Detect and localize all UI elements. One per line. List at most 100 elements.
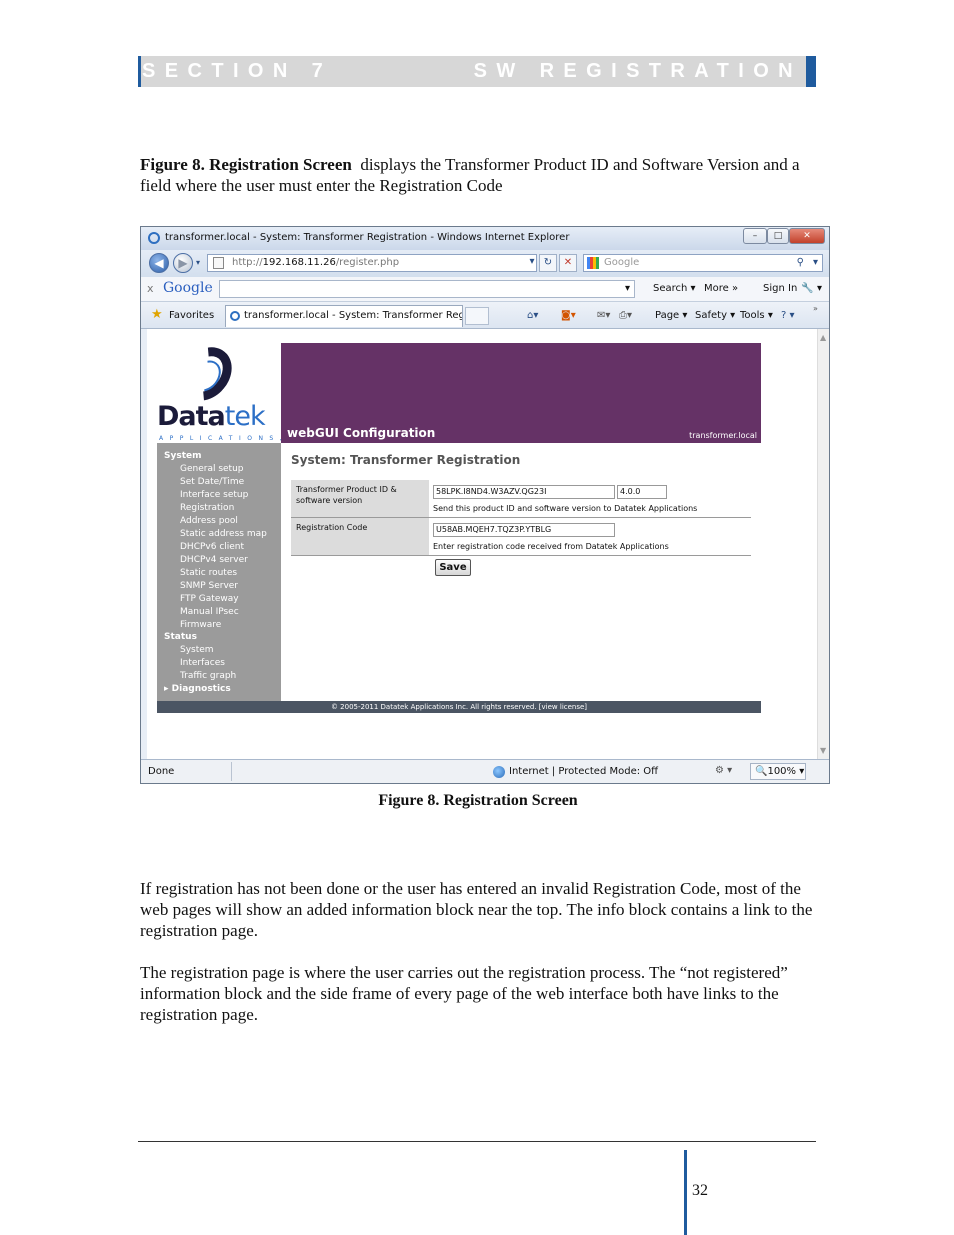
product-id-label: Transformer Product ID & software versio… — [291, 480, 429, 517]
sidebar-item-address-pool[interactable]: Address pool — [180, 516, 238, 526]
sidebar-item-interface-setup[interactable]: Interface setup — [180, 490, 248, 500]
page-viewport: Datatek APPLICATIONS, INC webGUI Configu… — [147, 329, 817, 759]
tab-ie-icon — [230, 311, 240, 321]
sidebar-item-interfaces[interactable]: Interfaces — [180, 658, 225, 668]
wrench-icon[interactable]: 🔧 — [801, 283, 813, 294]
sidebar-item-dhcpv6-client[interactable]: DHCPv6 client — [180, 542, 244, 552]
zoom-control[interactable]: 🔍100% ▾ — [750, 763, 806, 780]
maximize-button[interactable]: □ — [767, 228, 789, 244]
feeds-icon[interactable]: ◙▾ — [561, 310, 576, 321]
search-placeholder: Google — [604, 257, 640, 268]
footer-rule — [138, 1141, 816, 1142]
page-footer: © 2005-2011 Datatek Applications Inc. Al… — [157, 701, 761, 713]
registration-code-row: Registration Code U58AB.MQEH7.TQZ3P.YTBL… — [291, 518, 751, 556]
banner-hostname: transformer.local — [689, 431, 757, 440]
toolbar-close-icon[interactable]: x — [147, 282, 154, 295]
google-search-button[interactable]: Search ▾ — [653, 283, 696, 294]
google-field-dropdown-icon[interactable]: ▾ — [625, 283, 630, 294]
sidebar-head-system[interactable]: System — [164, 451, 202, 461]
safety-menu[interactable]: Safety ▾ — [695, 310, 735, 321]
page-title: System: Transformer Registration — [291, 453, 521, 467]
save-button[interactable]: Save — [435, 559, 471, 576]
tab-title: transformer.local - System: Transformer … — [244, 310, 463, 321]
sidebar-head-diagnostics[interactable]: ▸ Diagnostics — [164, 684, 231, 694]
sidebar-item-set-date-time[interactable]: Set Date/Time — [180, 477, 244, 487]
print-icon[interactable]: ⎙▾ — [619, 310, 632, 321]
google-tools-dropdown[interactable]: ▾ — [817, 283, 822, 294]
sidebar-item-firmware[interactable]: Firmware — [180, 620, 221, 630]
sidebar-item-static-routes[interactable]: Static routes — [180, 568, 237, 578]
security-zone[interactable]: Internet | Protected Mode: Off — [493, 766, 659, 778]
product-id-field[interactable]: 58LPK.I8ND4.W3AZV.QG23I — [433, 485, 615, 499]
sidebar-item-traffic-graph[interactable]: Traffic graph — [180, 671, 236, 681]
product-id-note: Send this product ID and software versio… — [433, 504, 698, 513]
mail-icon[interactable]: ✉▾ — [597, 310, 610, 321]
new-tab-button[interactable] — [465, 307, 489, 325]
sidebar-item-general-setup[interactable]: General setup — [180, 464, 244, 474]
page-number-accent — [684, 1150, 687, 1235]
product-id-row: Transformer Product ID & software versio… — [291, 480, 751, 518]
sidebar-item-dhcpv4-server[interactable]: DHCPv4 server — [180, 555, 248, 565]
figure-caption: Figure 8. Registration Screen — [378, 792, 578, 809]
datatek-logo: Datatek APPLICATIONS, INC — [157, 337, 320, 445]
search-icon[interactable]: ⚲ — [797, 255, 804, 271]
minimize-button[interactable]: – — [743, 228, 767, 244]
sidebar-item-snmp-server[interactable]: SNMP Server — [180, 581, 238, 591]
sidebar-item-registration[interactable]: Registration — [180, 503, 234, 513]
close-button[interactable]: ✕ — [789, 228, 825, 244]
registration-code-field[interactable]: U58AB.MQEH7.TQZ3P.YTBLG — [433, 523, 615, 537]
section-header: SECTION 7 SW REGISTRATION — [138, 56, 816, 87]
home-icon[interactable]: ⌂▾ — [527, 310, 538, 321]
refresh-icon[interactable]: ↻ — [539, 254, 557, 272]
scroll-up-icon[interactable]: ▲ — [820, 333, 826, 342]
forward-button[interactable]: ▶ — [173, 253, 193, 273]
google-more-button[interactable]: More » — [704, 283, 738, 294]
search-box[interactable]: Google ⚲ ▾ — [583, 254, 823, 272]
address-path: /register.php — [335, 257, 400, 268]
sidebar-head-status[interactable]: Status — [164, 632, 197, 642]
intro-paragraph: Figure 8. Registration Screen displays t… — [140, 154, 816, 196]
scroll-down-icon[interactable]: ▼ — [820, 746, 826, 755]
status-text: Done — [148, 766, 175, 777]
stop-icon[interactable]: ✕ — [559, 254, 577, 272]
zoom-level: 100% ▾ — [767, 766, 805, 777]
version-field[interactable]: 4.0.0 — [617, 485, 667, 499]
favorites-row: ★ Favorites transformer.local - System: … — [141, 302, 829, 329]
back-button[interactable]: ◀ — [149, 253, 169, 273]
vertical-scrollbar[interactable]: ▲ ▼ — [817, 329, 829, 759]
body-paragraph-1: If registration has not been done or the… — [140, 879, 813, 940]
globe-icon — [493, 766, 505, 778]
registration-code-note: Enter registration code received from Da… — [433, 542, 669, 551]
page-menu[interactable]: Page ▾ — [655, 310, 687, 321]
status-divider — [231, 762, 232, 781]
sidebar-item-manual-ipsec[interactable]: Manual IPsec — [180, 607, 239, 617]
google-signin-button[interactable]: Sign In — [763, 283, 797, 294]
window-titlebar: transformer.local - System: Transformer … — [141, 227, 829, 250]
address-bar[interactable]: http://192.168.11.26/register.php — [207, 254, 537, 272]
google-icon — [587, 257, 599, 269]
sidebar-item-status-system[interactable]: System — [180, 645, 214, 655]
sidebar-item-ftp-gateway[interactable]: FTP Gateway — [180, 594, 239, 604]
help-menu[interactable]: ? ▾ — [781, 310, 795, 321]
google-logo: Google — [163, 280, 213, 296]
status-bar: Done Internet | Protected Mode: Off ⚙ ▾ … — [141, 759, 829, 783]
favorites-star-icon[interactable]: ★ — [151, 307, 163, 322]
window-title: transformer.local - System: Transformer … — [165, 232, 570, 243]
intro-figure-ref: Figure 8. Registration Screen — [140, 155, 352, 174]
google-search-field[interactable] — [219, 280, 635, 298]
security-zone-text: Internet | Protected Mode: Off — [509, 766, 659, 777]
chevron-overflow-icon[interactable]: » — [813, 304, 818, 313]
sidebar-item-static-address-map[interactable]: Static address map — [180, 529, 267, 539]
address-row: ◀ ▶ ▾ http://192.168.11.26/register.php … — [141, 250, 829, 277]
browser-tab[interactable]: transformer.local - System: Transformer … — [225, 305, 463, 327]
tools-menu[interactable]: Tools ▾ — [740, 310, 773, 321]
address-host: 192.168.11.26 — [262, 257, 336, 268]
security-settings-icon[interactable]: ⚙ ▾ — [715, 765, 732, 776]
page-number: 32 — [692, 1182, 708, 1199]
zoom-icon: 🔍 — [755, 766, 768, 777]
history-dropdown-icon[interactable]: ▾ — [196, 258, 200, 267]
page-icon — [213, 257, 224, 269]
favorites-button[interactable]: Favorites — [169, 310, 214, 321]
body-paragraph-2: The registration page is where the user … — [140, 963, 788, 1024]
search-dropdown-icon[interactable]: ▾ — [813, 255, 818, 271]
